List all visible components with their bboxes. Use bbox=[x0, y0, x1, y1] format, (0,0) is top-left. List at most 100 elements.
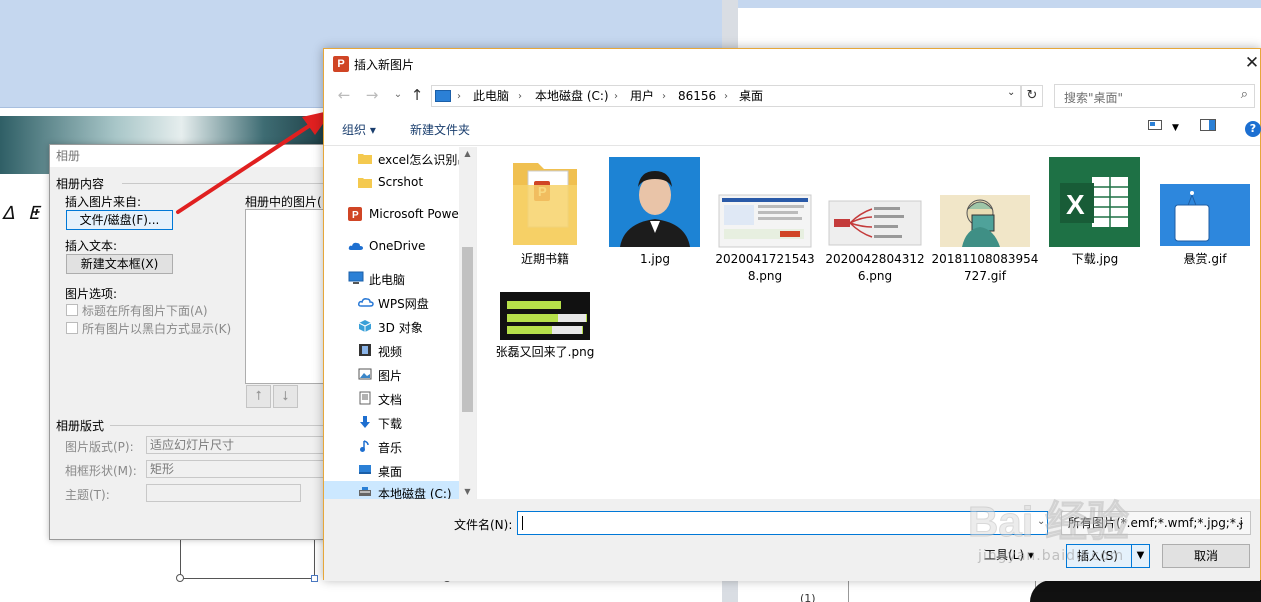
slide-shape-outline[interactable] bbox=[180, 538, 315, 579]
group-divider bbox=[122, 183, 352, 184]
breadcrumb-chevron-icon: › bbox=[662, 91, 666, 102]
organize-menu[interactable]: 组织 ▾ bbox=[342, 121, 376, 138]
sidebar-item-wps-drive[interactable]: WPS网盘 bbox=[324, 291, 476, 315]
folder-icon: P bbox=[490, 157, 600, 249]
drive-icon bbox=[358, 485, 372, 499]
sidebar-item-label: excel怎么识别出 bbox=[378, 153, 470, 167]
sidebar-item-pictures[interactable]: 图片 bbox=[324, 363, 476, 387]
breadcrumb-user-folder[interactable]: 86156 bbox=[678, 88, 716, 105]
help-icon[interactable]: ? bbox=[1245, 121, 1261, 137]
shape-resize-handle[interactable] bbox=[176, 574, 184, 582]
theme-field[interactable] bbox=[146, 484, 301, 502]
portrait-thumbnail bbox=[600, 157, 710, 249]
dialog-titlebar: P 插入新图片 ✕ bbox=[324, 49, 1260, 79]
sidebar-item-label: 音乐 bbox=[378, 441, 403, 455]
new-folder-button[interactable]: 新建文件夹 bbox=[410, 121, 470, 138]
file-name: 近期书籍 bbox=[520, 252, 569, 266]
breadcrumb-users[interactable]: 用户 bbox=[630, 88, 654, 105]
view-dropdown-icon[interactable]: ▼ bbox=[1172, 119, 1179, 137]
sidebar-item-this-pc[interactable]: 此电脑 bbox=[324, 267, 476, 291]
sidebar-item-3d-objects[interactable]: 3D 对象 bbox=[324, 315, 476, 339]
sidebar-item-label: 下载 bbox=[378, 417, 403, 431]
sidebar-item-onedrive[interactable]: OneDrive bbox=[324, 235, 476, 259]
insert-picture-from-label: 插入图片来自: bbox=[65, 195, 142, 209]
sidebar-item-label: Scrshot bbox=[378, 175, 424, 189]
picture-layout-select[interactable]: 适应幻灯片尺寸 bbox=[146, 436, 352, 454]
view-options-icon[interactable] bbox=[1148, 119, 1162, 137]
file-name: 下载.jpg bbox=[1071, 252, 1119, 266]
mindmap-thumbnail bbox=[820, 157, 930, 249]
documents-icon bbox=[358, 391, 372, 405]
album-dialog-title: 相册 bbox=[50, 145, 348, 167]
pictures-icon bbox=[358, 367, 372, 381]
chevron-down-icon: ⌄ bbox=[1236, 517, 1245, 528]
sidebar-item-documents[interactable]: 文档 bbox=[324, 387, 476, 411]
album-content-group-label: 相册内容 bbox=[56, 177, 105, 191]
computer-icon bbox=[435, 90, 451, 102]
shape-resize-handle[interactable] bbox=[311, 575, 318, 582]
address-bar[interactable]: › 此电脑 › 本地磁盘 (C:) › 用户 › 86156 › 桌面 bbox=[431, 85, 1021, 107]
desktop-icon bbox=[358, 463, 372, 477]
frame-shape-label: 相框形状(M): bbox=[65, 464, 137, 478]
file-name: 悬赏.gif bbox=[1183, 252, 1227, 266]
breadcrumb-desktop[interactable]: 桌面 bbox=[739, 88, 763, 105]
slide-image-corner bbox=[1030, 580, 1261, 602]
breadcrumb-local-disk[interactable]: 本地磁盘 (C:) bbox=[535, 88, 609, 105]
scroll-up-icon[interactable]: ▲ bbox=[462, 149, 473, 159]
sidebar-item-label: 此电脑 bbox=[369, 273, 406, 287]
move-down-button[interactable]: ⭣ bbox=[273, 385, 298, 408]
green-bars-thumbnail bbox=[490, 292, 600, 384]
sidebar-item-label: 视频 bbox=[378, 345, 403, 359]
new-textbox-button[interactable]: 新建文本框(X) bbox=[66, 254, 173, 274]
breadcrumb-chevron-icon: › bbox=[724, 91, 728, 102]
frame-shape-select[interactable]: 矩形 bbox=[146, 460, 352, 478]
preview-pane-icon[interactable] bbox=[1200, 119, 1216, 137]
navigation-pane: excel怎么识别出 Scrshot P Microsoft Powe OneD… bbox=[324, 147, 476, 499]
back-arrow-icon[interactable]: ← bbox=[334, 85, 354, 105]
caption-below-checkbox[interactable] bbox=[66, 304, 78, 316]
breadcrumb-chevron-icon: › bbox=[457, 91, 461, 102]
watermark-url: jingyan.baidu.com bbox=[978, 548, 1125, 564]
sidebar-item-label: Microsoft Powe bbox=[369, 207, 459, 221]
file-disk-button[interactable]: 文件/磁盘(F)... bbox=[66, 210, 173, 230]
scroll-thumb[interactable] bbox=[462, 247, 473, 412]
up-arrow-icon[interactable]: ↑ bbox=[407, 85, 427, 105]
slide-divider-line bbox=[848, 580, 849, 602]
black-white-checkbox[interactable] bbox=[66, 322, 78, 334]
sidebar-item-desktop[interactable]: 桌面 bbox=[324, 459, 476, 483]
sidebar-item-label: 本地磁盘 (C:) bbox=[378, 487, 452, 499]
scroll-down-icon[interactable]: ▼ bbox=[462, 487, 473, 497]
screenshot-thumbnail bbox=[710, 157, 820, 249]
black-white-label: 所有图片以黑白方式显示(K) bbox=[82, 322, 232, 336]
folder-icon bbox=[358, 151, 372, 165]
sidebar-item-local-disk[interactable]: 本地磁盘 (C:) bbox=[324, 481, 459, 499]
refresh-icon[interactable]: ↻ bbox=[1021, 85, 1043, 107]
sidebar-item-downloads[interactable]: 下载 bbox=[324, 411, 476, 435]
page-number: (1) bbox=[800, 592, 816, 602]
breadcrumb-chevron-icon: › bbox=[614, 91, 618, 102]
album-layout-group-label: 相册版式 bbox=[56, 419, 105, 433]
svg-text:X: X bbox=[1066, 189, 1085, 220]
recent-dropdown-icon[interactable]: ⌄ bbox=[388, 85, 408, 105]
picture-layout-label: 图片版式(P): bbox=[65, 440, 134, 454]
sidebar-item-videos[interactable]: 视频 bbox=[324, 339, 476, 363]
sidebar-item-powerpoint[interactable]: P Microsoft Powe bbox=[324, 203, 476, 227]
move-up-button[interactable]: ⭡ bbox=[246, 385, 271, 408]
forward-arrow-icon[interactable]: → bbox=[362, 85, 382, 105]
close-button[interactable]: ✕ bbox=[1242, 52, 1261, 74]
sidebar-item-excel-folder[interactable]: excel怎么识别出 bbox=[324, 147, 476, 171]
sidebar-scrollbar[interactable]: ▲ ▼ bbox=[459, 147, 476, 499]
file-name: 1.jpg bbox=[639, 252, 671, 266]
address-dropdown-icon[interactable]: ⌄ bbox=[1007, 87, 1015, 98]
search-input[interactable]: 搜索"桌面" ⌕ bbox=[1054, 84, 1255, 108]
sidebar-item-label: 桌面 bbox=[378, 465, 403, 479]
caption-below-label: 标题在所有图片下面(A) bbox=[82, 304, 208, 318]
breadcrumb-this-pc[interactable]: 此电脑 bbox=[473, 88, 509, 105]
sidebar-item-music[interactable]: 音乐 bbox=[324, 435, 476, 459]
powerpoint-app-icon: P bbox=[333, 56, 349, 72]
sidebar-item-scrshot[interactable]: Scrshot bbox=[324, 171, 476, 195]
album-dialog: 相册 相册内容 插入图片来自: 文件/磁盘(F)... 相册中的图片( 插入文本… bbox=[49, 144, 352, 540]
baidu-watermark: Bai 经验 jingyan.baidu.com bbox=[967, 488, 1198, 568]
theme-label: 主题(T): bbox=[65, 488, 110, 502]
folder-icon bbox=[358, 175, 372, 189]
